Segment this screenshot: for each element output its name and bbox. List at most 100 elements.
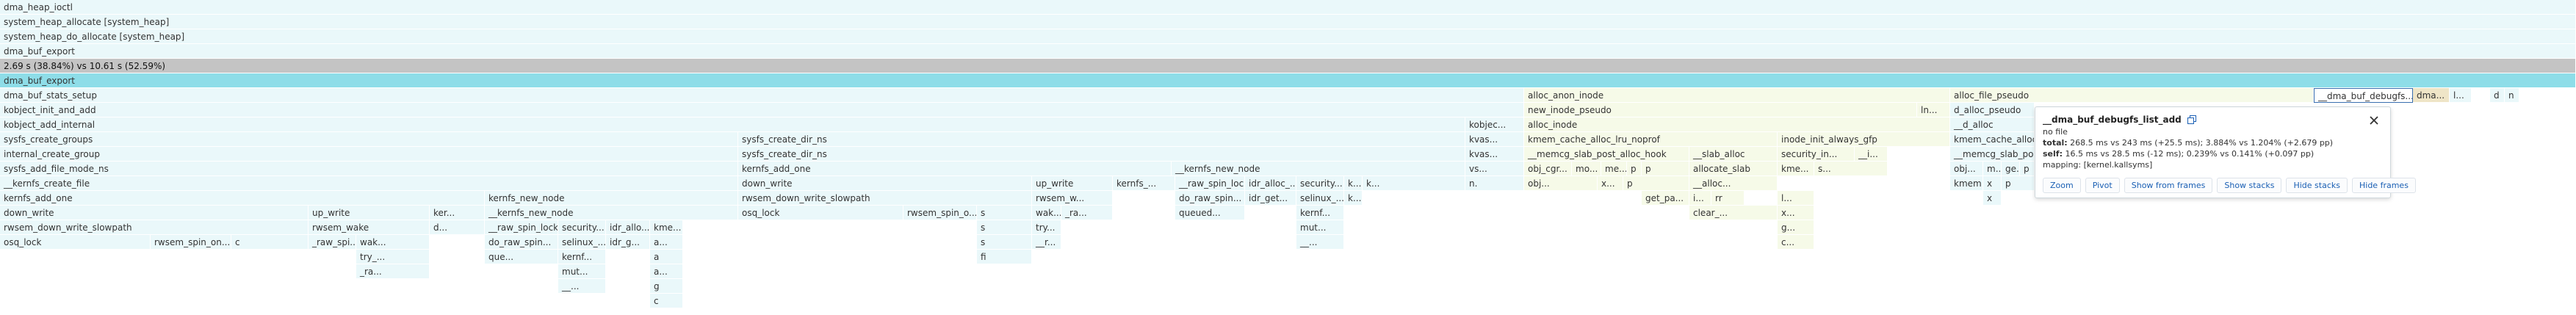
frame-dma-buf-export[interactable]: dma_buf_export <box>0 44 2576 59</box>
frame[interactable]: n. <box>1465 176 1524 191</box>
frame[interactable]: p <box>2020 162 2035 176</box>
frame[interactable]: __kernfs_new_node <box>1172 162 1465 176</box>
frame[interactable]: alloc_file_pseudo <box>1950 88 2314 103</box>
frame[interactable]: __r... <box>1032 235 1061 250</box>
frame[interactable]: up_write <box>1032 176 1113 191</box>
frame[interactable]: rwsem_wake <box>309 220 430 235</box>
hide-stacks-button[interactable]: Hide stacks <box>2286 178 2348 193</box>
selected-frame-summary[interactable]: 2.69 s (38.84%) vs 10.61 s (52.59%) <box>0 59 2576 73</box>
frame[interactable]: i... <box>1689 191 1711 206</box>
frame[interactable]: obj... <box>1950 162 1983 176</box>
frame[interactable]: security... <box>558 220 606 235</box>
frame[interactable]: dma_buf_stats_setup <box>0 88 1524 103</box>
frame[interactable]: fi <box>977 250 1032 264</box>
frame[interactable]: g... <box>1778 220 1814 235</box>
frame[interactable]: idr_get... <box>1245 191 1296 206</box>
frame[interactable]: rwsem_down_write_slowpath <box>0 220 309 235</box>
frame[interactable]: __memcg_slab_post_alloc_hook <box>1524 147 1689 162</box>
frame[interactable]: sysfs_create_dir_ns <box>738 132 1465 147</box>
frame[interactable]: d <box>2490 88 2505 103</box>
frame[interactable]: kobjec... <box>1465 117 1524 132</box>
frame[interactable]: kme... <box>1778 162 1814 176</box>
frame[interactable]: ge... <box>2002 162 2020 176</box>
zoom-button[interactable]: Zoom <box>2043 178 2081 193</box>
frame[interactable]: try... <box>1032 220 1061 235</box>
frame[interactable]: p <box>1623 176 1689 191</box>
frame[interactable]: a... <box>650 235 683 250</box>
frame[interactable]: idr_allo... <box>606 220 650 235</box>
frame[interactable]: kmem_cache_alloc <box>1950 132 2035 147</box>
frame[interactable]: __kernfs_create_file <box>0 176 738 191</box>
frame[interactable]: __i... <box>1855 147 1888 162</box>
frame[interactable]: sysfs_add_file_mode_ns <box>0 162 738 176</box>
frame[interactable]: x... <box>1598 176 1623 191</box>
copy-icon[interactable] <box>2187 115 2196 124</box>
frame[interactable]: security... <box>1296 176 1344 191</box>
frame[interactable]: k... <box>1363 176 1465 191</box>
frame[interactable]: osq_lock <box>738 206 903 220</box>
frame[interactable]: rwsem_down_write_slowpath <box>738 191 1032 206</box>
frame[interactable]: s <box>977 220 1032 235</box>
frame[interactable]: a... <box>650 264 683 279</box>
frame[interactable]: p <box>2002 176 2035 191</box>
frame[interactable]: idr_g... <box>606 235 650 250</box>
frame[interactable]: up_write <box>309 206 430 220</box>
frame[interactable]: _ra... <box>1061 206 1113 220</box>
frame[interactable]: clear_... <box>1689 206 1778 220</box>
frame[interactable]: k... <box>1344 191 1363 206</box>
frame[interactable]: kmem_cache_alloc_lru_noprof <box>1524 132 1778 147</box>
frame[interactable]: l... <box>2450 88 2472 103</box>
frame[interactable]: obj... <box>1524 176 1598 191</box>
frame[interactable]: kobject_init_and_add <box>0 103 1524 117</box>
frame[interactable]: mo... <box>1572 162 1601 176</box>
frame[interactable]: dma... <box>2413 88 2450 103</box>
frame[interactable]: s <box>977 235 1032 250</box>
frame[interactable]: sysfs_create_dir_ns <box>738 147 1465 162</box>
frame[interactable]: d... <box>430 220 485 235</box>
frame[interactable]: __kernfs_new_node <box>485 206 738 220</box>
frame[interactable]: alloc_inode <box>1524 117 1950 132</box>
frame[interactable]: alloc_anon_inode <box>1524 88 1950 103</box>
hide-frames-button[interactable]: Hide frames <box>2352 178 2416 193</box>
frame[interactable]: kernfs_... <box>1113 176 1175 191</box>
frame[interactable]: rwsem_spin_o... <box>903 206 977 220</box>
frame[interactable]: rwsem_spin_on... <box>151 235 231 250</box>
frame[interactable]: rwsem_w... <box>1032 191 1113 206</box>
frame[interactable]: _ra... <box>356 264 430 279</box>
frame[interactable]: k... <box>1344 176 1363 191</box>
frame[interactable]: kobject_add_internal <box>0 117 1465 132</box>
frame[interactable]: idr_alloc_... <box>1245 176 1296 191</box>
frame[interactable]: obj_cgr... <box>1524 162 1572 176</box>
frame[interactable]: __raw_spin_lock <box>1175 176 1245 191</box>
frame[interactable]: __d_alloc <box>1950 117 2035 132</box>
frame[interactable]: allocate_slab <box>1689 162 1778 176</box>
frame-hovered[interactable]: __dma_buf_debugfs... <box>2314 88 2413 103</box>
frame[interactable]: __memcg_slab_po <box>1950 147 2035 162</box>
frame-dma-heap-ioctl[interactable]: dma_heap_ioctl <box>0 0 2576 15</box>
frame[interactable]: kernfs_new_node <box>485 191 738 206</box>
show-stacks-button[interactable]: Show stacks <box>2217 178 2282 193</box>
frame[interactable]: n <box>2505 88 2519 103</box>
frame[interactable]: inode_init_always_gfp <box>1778 132 1950 147</box>
frame[interactable]: l... <box>1778 191 1814 206</box>
show-from-frames-button[interactable]: Show from frames <box>2124 178 2213 193</box>
frame[interactable]: __... <box>558 279 606 294</box>
frame[interactable]: security_in... <box>1778 147 1855 162</box>
frame[interactable]: g <box>650 279 683 294</box>
frame[interactable]: c... <box>1778 235 1814 250</box>
frame-system-heap-allocate[interactable]: system_heap_allocate [system_heap] <box>0 15 2576 29</box>
frame[interactable]: p <box>1642 162 1689 176</box>
frame[interactable]: x <box>1983 176 2002 191</box>
frame[interactable]: wak... <box>356 235 430 250</box>
frame[interactable]: x <box>1983 191 2002 206</box>
frame[interactable]: kvas... <box>1465 132 1524 147</box>
frame[interactable]: new_inode_pseudo <box>1524 103 1917 117</box>
frame[interactable]: get_pa... <box>1642 191 1689 206</box>
frame[interactable]: kmem... <box>1950 176 1983 191</box>
frame[interactable]: ln... <box>1917 103 1950 117</box>
frame[interactable]: d_alloc_pseudo <box>1950 103 2035 117</box>
frame[interactable]: do_raw_spin... <box>485 235 558 250</box>
frame[interactable]: a <box>650 250 683 264</box>
frame[interactable]: x... <box>1778 206 1814 220</box>
frame[interactable]: kernfs_add_one <box>0 191 485 206</box>
